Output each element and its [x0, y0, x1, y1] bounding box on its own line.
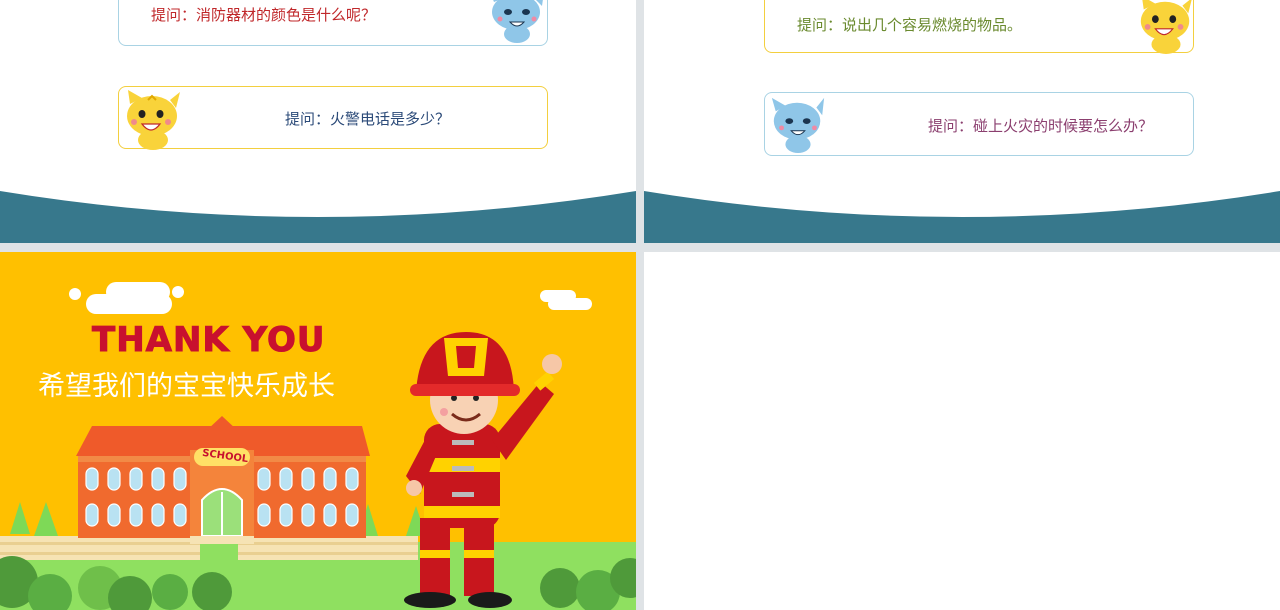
bottom-wave	[0, 191, 636, 243]
question-text-2: 提问：火警电话是多少？	[285, 110, 451, 128]
yellow-cat-mascot-icon	[127, 90, 180, 150]
slide-question-2: 提问：说出几个容易燃烧的物品。 提问：碰上火灾的时候要怎么办？	[644, 0, 1280, 243]
question-text-4: 提问：碰上火灾的时候要怎么办？	[928, 117, 1154, 135]
blue-cat-mascot-icon	[492, 0, 543, 43]
slide-blank	[644, 252, 1280, 610]
firefighter-illustration	[404, 332, 562, 608]
slide-question-1: 提问：消防器材的颜色是什么呢？ 提问：火警电话是多少？	[0, 0, 636, 243]
question-text-1: 提问：消防器材的颜色是什么呢？	[151, 6, 377, 24]
question-card-4: 提问：碰上火灾的时候要怎么办？	[764, 92, 1194, 156]
school-building-illustration	[76, 416, 370, 544]
slide-thank-you: THANK YOU 希望我们的宝宝快乐成长 SCHOOL	[0, 252, 636, 610]
yellow-cat-mascot-icon	[1140, 0, 1192, 54]
bottom-wave	[644, 191, 1280, 243]
question-card-3: 提问：说出几个容易燃烧的物品。	[764, 0, 1194, 53]
blue-cat-mascot-icon	[771, 97, 825, 154]
question-card-1: 提问：消防器材的颜色是什么呢？	[118, 0, 548, 46]
question-text-3: 提问：说出几个容易燃烧的物品。	[797, 16, 1023, 34]
